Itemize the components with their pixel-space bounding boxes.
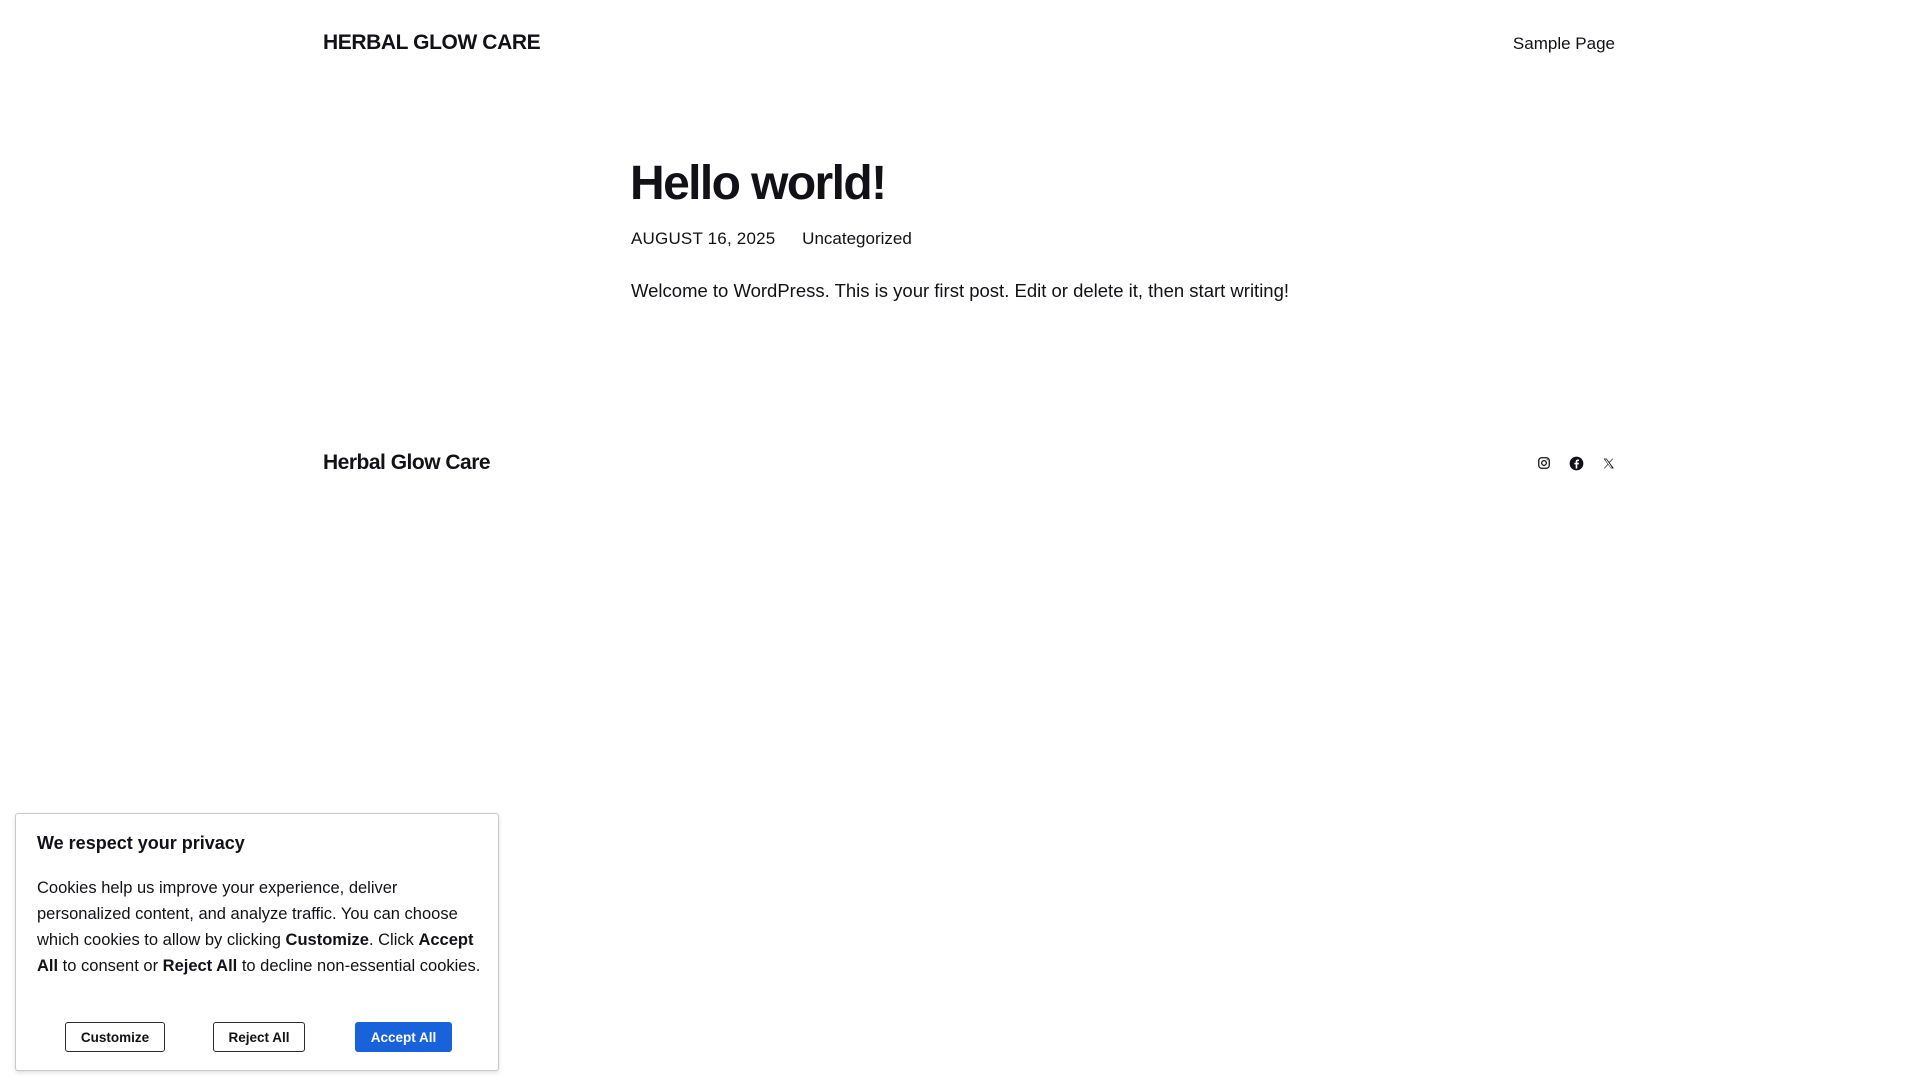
- reject-all-button[interactable]: Reject All: [213, 1022, 305, 1052]
- cookie-text-reject: Reject All: [162, 957, 238, 975]
- customize-button[interactable]: Customize: [65, 1022, 165, 1052]
- post-title: Hello world!: [630, 157, 887, 210]
- x-icon[interactable]: [1600, 455, 1616, 471]
- cookie-banner-title: We respect your privacy: [37, 833, 245, 853]
- cookie-text-part: . Click: [368, 931, 419, 949]
- cookie-text-part: to decline non-essential cookies.: [237, 957, 481, 975]
- page: HERBAL GLOW CARE Sample Page Hello world…: [0, 0, 1920, 1080]
- cookie-text-customize: Customize: [285, 931, 369, 949]
- cookie-banner-description: Cookies help us improve your experience,…: [37, 875, 487, 979]
- facebook-icon[interactable]: [1568, 455, 1584, 471]
- site-title-link[interactable]: HERBAL GLOW CARE: [323, 30, 541, 56]
- accept-all-button[interactable]: Accept All: [355, 1022, 452, 1052]
- nav-item-sample-page[interactable]: Sample Page: [1513, 33, 1615, 55]
- post-category-link[interactable]: Uncategorized: [802, 228, 912, 250]
- post-meta: AUGUST 16, 2025 Uncategorized: [631, 228, 912, 250]
- post-date: AUGUST 16, 2025: [631, 229, 776, 248]
- footer-site-title-link[interactable]: Herbal Glow Care: [323, 450, 491, 476]
- post-content: Welcome to WordPress. This is your first…: [631, 280, 1290, 301]
- social-links: [1536, 455, 1616, 471]
- cookie-text-part: to consent or: [58, 957, 163, 975]
- instagram-icon[interactable]: [1536, 455, 1552, 471]
- cookie-consent-banner: We respect your privacy Cookies help us …: [15, 813, 499, 1071]
